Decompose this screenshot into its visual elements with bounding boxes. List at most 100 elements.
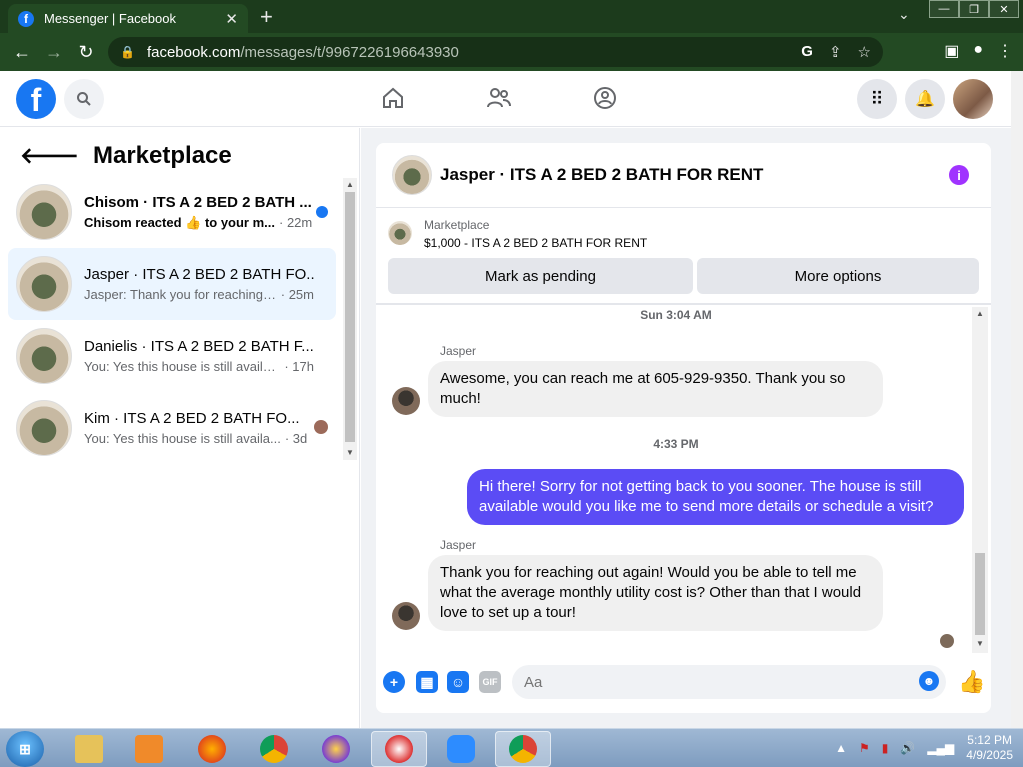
- lock-icon: 🔒: [120, 45, 135, 59]
- conversation-avatar: [16, 256, 72, 312]
- show-hidden-icons-chevron-icon[interactable]: ▲: [835, 741, 847, 755]
- conversation-name: Chisom · ITS A 2 BED 2 BATH ...: [84, 193, 312, 211]
- reload-icon[interactable]: ↻: [70, 42, 102, 63]
- listing-price-title[interactable]: $1,000 - ITS A 2 BED 2 BATH FOR RENT: [424, 236, 647, 250]
- close-window-button[interactable]: ✕: [989, 0, 1019, 18]
- scroll-up-icon[interactable]: ▲: [346, 180, 354, 189]
- side-panel-icon[interactable]: ▣: [944, 41, 959, 61]
- conversation-item-chisom[interactable]: Chisom · ITS A 2 BED 2 BATH ... Chisom r…: [8, 176, 336, 248]
- profile-icon[interactable]: ●: [973, 41, 983, 61]
- google-icon[interactable]: G: [801, 43, 813, 61]
- taskbar-vpn[interactable]: [308, 731, 364, 767]
- contact-avatar[interactable]: [392, 155, 432, 195]
- taskbar-firefox[interactable]: [184, 731, 240, 767]
- taskbar-media[interactable]: [121, 731, 177, 767]
- conversation-avatar: [16, 328, 72, 384]
- taskbar-explorer[interactable]: [61, 731, 117, 767]
- conversation-time: · 22m: [279, 214, 313, 230]
- conversation-name: Kim · ITS A 2 BED 2 BATH FO...: [84, 410, 300, 427]
- center-nav: [380, 85, 618, 111]
- start-button[interactable]: ⊞: [6, 731, 44, 767]
- page-scrollbar[interactable]: [1011, 71, 1023, 728]
- home-icon[interactable]: [380, 85, 406, 111]
- maximize-button[interactable]: ❐: [959, 0, 989, 18]
- photo-icon[interactable]: ▦: [416, 671, 438, 693]
- grid-icon: ⠿: [870, 88, 884, 109]
- vpn-shield-icon: [322, 735, 350, 763]
- listing-thumbnail[interactable]: [388, 221, 412, 245]
- tab-title: Messenger | Facebook: [44, 11, 176, 26]
- conversation-item-danielis[interactable]: Danielis · ITS A 2 BED 2 BATH F... You: …: [8, 320, 336, 392]
- bell-icon: 🔔: [915, 91, 935, 108]
- browser-right-icons: ▣ ● ⋮: [944, 41, 1013, 61]
- message-input[interactable]: [512, 665, 946, 699]
- conversation-item-kim[interactable]: Kim · ITS A 2 BED 2 BATH FO... You: Yes …: [8, 392, 336, 464]
- url-actions: G ⇪ ☆: [801, 43, 883, 61]
- share-icon[interactable]: ⇪: [829, 43, 842, 61]
- browser-tab[interactable]: f Messenger | Facebook ✕: [8, 4, 248, 33]
- scroll-down-icon[interactable]: ▼: [976, 639, 984, 648]
- sender-avatar: [392, 602, 420, 630]
- windows-taskbar: ⊞ ▲ ⚑ ▮ 🔊 ▂▄▆ 5:12 PM 4/9/2025: [0, 728, 1023, 767]
- sender-avatar: [392, 387, 420, 415]
- browser-tab-bar: f Messenger | Facebook ✕ + ⌄ — ❐ ✕: [0, 0, 1023, 33]
- chat-header: Jasper · ITS A 2 BED 2 BATH FOR RENT i: [376, 143, 991, 208]
- friends-icon[interactable]: [486, 85, 512, 111]
- message-composer: + ▦ ☺ GIF ☻ 👍: [376, 663, 991, 703]
- add-plus-icon[interactable]: +: [383, 671, 405, 693]
- incoming-message[interactable]: Awesome, you can reach me at 605-929-935…: [428, 361, 883, 417]
- facebook-logo-icon[interactable]: f: [16, 79, 56, 119]
- seen-avatar-icon: [940, 634, 954, 648]
- thumbs-up-like-icon[interactable]: 👍: [958, 669, 985, 695]
- thread-scrollbar[interactable]: ▲ ▼: [972, 307, 988, 653]
- conversation-item-jasper[interactable]: Jasper · ITS A 2 BED 2 BATH FO... Jasper…: [8, 248, 336, 320]
- tab-close-icon[interactable]: ✕: [225, 10, 238, 28]
- incoming-message[interactable]: Thank you for reaching out again! Would …: [428, 555, 883, 631]
- search-icon: [77, 92, 91, 106]
- conversation-scrollbar[interactable]: ▲ ▼: [343, 178, 357, 460]
- contact-name[interactable]: Jasper · ITS A 2 BED 2 BATH FOR RENT: [440, 165, 763, 185]
- scroll-thumb[interactable]: [345, 192, 355, 442]
- zoom-camera-icon: [447, 735, 475, 763]
- taskbar-snipping[interactable]: [371, 731, 427, 767]
- volume-icon[interactable]: 🔊: [900, 741, 915, 755]
- gif-icon[interactable]: GIF: [479, 671, 501, 693]
- sticker-icon[interactable]: ☺: [447, 671, 469, 693]
- action-center-flag-icon[interactable]: ⚑: [859, 741, 870, 755]
- power-icon[interactable]: ▮: [882, 741, 889, 755]
- minimize-button[interactable]: —: [929, 0, 959, 18]
- taskbar-chrome[interactable]: [246, 731, 302, 767]
- conversation-list: Chisom · ITS A 2 BED 2 BATH ... Chisom r…: [8, 176, 336, 464]
- taskbar-zoom[interactable]: [433, 731, 489, 767]
- notifications-button[interactable]: 🔔: [905, 79, 945, 119]
- emoji-icon[interactable]: ☻: [919, 671, 939, 691]
- url-bar[interactable]: 🔒 facebook.com/messages/t/99672261966439…: [108, 37, 883, 67]
- system-clock[interactable]: 5:12 PM 4/9/2025: [966, 733, 1013, 763]
- menu-kebab-icon[interactable]: ⋮: [997, 41, 1013, 61]
- seen-avatar-icon: [314, 420, 328, 434]
- new-tab-button[interactable]: +: [260, 4, 273, 30]
- menu-grid-button[interactable]: ⠿: [857, 79, 897, 119]
- more-options-button[interactable]: More options: [697, 258, 979, 294]
- scroll-down-icon[interactable]: ▼: [346, 448, 354, 457]
- bookmark-star-icon[interactable]: ☆: [858, 43, 871, 61]
- search-button[interactable]: [64, 79, 104, 119]
- taskbar-chrome-profile[interactable]: [495, 731, 551, 767]
- outgoing-message[interactable]: Hi there! Sorry for not getting back to …: [467, 469, 964, 525]
- firefox-icon: [198, 735, 226, 763]
- info-icon[interactable]: i: [949, 165, 969, 185]
- listing-source: Marketplace: [424, 218, 490, 232]
- mark-as-pending-button[interactable]: Mark as pending: [388, 258, 693, 294]
- scroll-thumb[interactable]: [975, 553, 985, 635]
- header-right-actions: ⠿ 🔔: [857, 79, 993, 119]
- back-arrow-icon[interactable]: ←: [6, 42, 38, 63]
- facebook-header: f ⠿ 🔔: [0, 71, 1023, 127]
- account-avatar[interactable]: [953, 79, 993, 119]
- network-signal-icon[interactable]: ▂▄▆: [927, 741, 954, 755]
- forward-arrow-icon[interactable]: →: [38, 42, 70, 63]
- tab-search-chevron-icon[interactable]: ⌄: [898, 6, 910, 23]
- conversation-snippet: Jasper: Thank you for reaching o...: [84, 287, 277, 302]
- back-arrow-icon[interactable]: 🡐: [20, 143, 79, 169]
- scroll-up-icon[interactable]: ▲: [976, 309, 984, 318]
- groups-icon[interactable]: [592, 85, 618, 111]
